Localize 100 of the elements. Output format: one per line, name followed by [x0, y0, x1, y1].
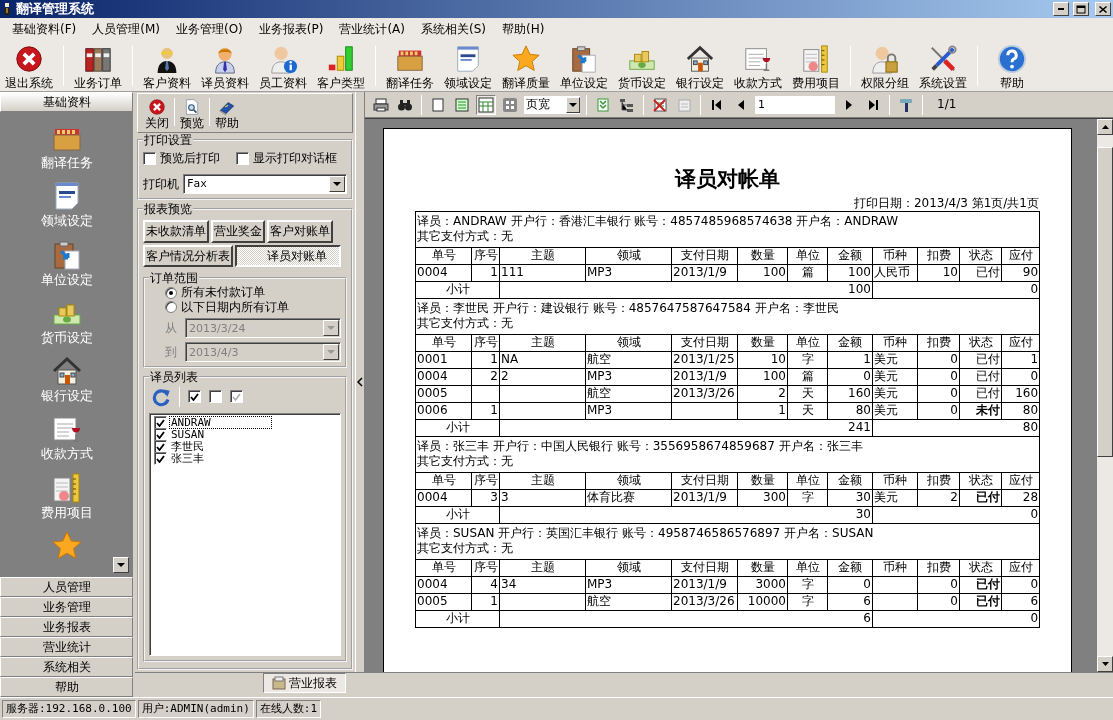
table-cell: 1 [827, 351, 873, 369]
toolbar-button[interactable]: 单位设定 [555, 43, 613, 90]
bar-chart-icon [326, 43, 356, 74]
toolbar-button[interactable]: 费用项目 [787, 43, 845, 90]
vertical-scrollbar[interactable] [1097, 119, 1113, 672]
column-header: 扣费 [917, 247, 960, 265]
toolbar-button[interactable]: 翻译任务 [381, 43, 439, 90]
report-button[interactable]: 客户情况分析表 [143, 244, 233, 267]
table-cell: 字 [787, 351, 828, 369]
menu-item[interactable]: 营业统计(A) [331, 21, 413, 37]
column-header: 金额 [827, 334, 873, 352]
column-header: 扣费 [917, 472, 960, 490]
option-label[interactable]: 以下日期内所有订单 [181, 299, 289, 315]
toolbar-button[interactable]: 领域设定 [439, 43, 497, 90]
report-button[interactable]: 未收款清单 [143, 220, 209, 243]
uncheck-all-button[interactable] [207, 388, 224, 405]
payment-info: 其它支付方式：无 [417, 540, 514, 556]
scroll-down-button[interactable] [1097, 656, 1113, 672]
view-mode-icon [454, 96, 470, 113]
toolbar-button[interactable]: 员工资料 [254, 43, 312, 90]
option-label[interactable]: 预览后打印 [160, 151, 220, 166]
table-cell: 字 [787, 593, 828, 611]
nav-item[interactable]: 领域设定 [40, 180, 93, 229]
page-number-field[interactable]: 1 [755, 95, 835, 114]
scroll-down-button[interactable] [113, 557, 129, 573]
list-item[interactable]: SUSAN [169, 428, 207, 441]
table-cell: 2013/1/9 [671, 489, 738, 507]
list-item[interactable]: 李世民 [169, 440, 206, 453]
scroll-up-button[interactable] [1097, 119, 1113, 135]
option-label[interactable]: 所有未付款订单 [181, 285, 265, 300]
nav-item[interactable]: 单位设定 [40, 238, 93, 287]
report-button[interactable]: 客户对账单 [267, 220, 333, 243]
toolbar-button[interactable]: 客户资料 [138, 43, 196, 90]
view-mode-button[interactable] [476, 94, 496, 115]
table-cell: 0 [917, 402, 960, 420]
column-header: 领域 [585, 247, 672, 265]
table-cell: 0005 [415, 385, 472, 403]
toolbar-button[interactable]: 退出系统 [0, 43, 58, 90]
toolbar-button[interactable]: 业务订单 [69, 43, 127, 90]
invert-check-button[interactable] [228, 388, 245, 405]
column-header: 扣费 [917, 559, 960, 577]
table-cell: 160 [1001, 385, 1040, 403]
nav-section-tab[interactable]: 业务报表 [0, 617, 133, 637]
table-cell: 美元 [872, 351, 918, 369]
nav-item[interactable]: 银行设定 [40, 355, 93, 404]
nav-item[interactable]: 翻译任务 [40, 122, 93, 171]
table-cell: 字 [787, 576, 828, 594]
toolbar-button[interactable]: 收款方式 [729, 43, 787, 90]
nav-item[interactable]: 货币设定 [40, 296, 93, 346]
table-cell: 未付 [959, 402, 1002, 420]
nav-section-tab[interactable]: 营业统计 [0, 637, 133, 657]
zoom-dropdown[interactable]: 页宽 [524, 95, 580, 114]
column-header: 单位 [787, 334, 828, 352]
toolbar-button[interactable]: 预览 [177, 97, 207, 130]
check-all-button[interactable] [186, 388, 203, 405]
nav-section-tab[interactable]: 基础资料 [0, 92, 133, 112]
menu-item[interactable]: 帮助(H) [493, 21, 553, 37]
report-button[interactable]: 营业奖金 [211, 220, 265, 243]
menu-item[interactable]: 业务报表(P) [250, 21, 332, 37]
nav-item[interactable]: 收款方式 [40, 413, 93, 462]
checkbox[interactable] [154, 452, 167, 465]
scroll-thumb[interactable] [1097, 147, 1113, 457]
menu-item[interactable]: 人员管理(M) [84, 21, 168, 37]
nav-section-tab[interactable]: 帮助 [0, 677, 133, 697]
nav-section-tab[interactable]: 系统相关 [0, 657, 133, 677]
nav-section-tab[interactable]: 人员管理 [0, 577, 133, 597]
menu-item[interactable]: 业务管理(O) [168, 21, 251, 37]
nav-item[interactable]: 费用项目 [40, 471, 93, 521]
table-cell: 6 [1001, 593, 1040, 611]
toolbar-button[interactable]: 客户类型 [312, 43, 370, 90]
toolbar-button[interactable]: 关闭 [142, 97, 172, 130]
column-header: 单位 [787, 472, 828, 490]
list-item[interactable]: ANDRAW [169, 416, 272, 429]
toolbar-button[interactable]: 帮助 [983, 43, 1041, 90]
checkbox[interactable] [236, 152, 249, 166]
collapse-button[interactable] [356, 376, 364, 388]
toolbar-button[interactable]: 权限分组 [856, 43, 914, 90]
close-icon [1098, 4, 1108, 14]
menu-item[interactable]: 系统相关(S) [413, 21, 494, 37]
toolbar-button[interactable]: 译员资料 [196, 43, 254, 90]
toolbar-button[interactable]: 货币设定 [613, 43, 671, 90]
report-tab[interactable]: 营业报表 [263, 673, 346, 694]
list-item[interactable]: 张三丰 [169, 452, 206, 465]
maximize-button[interactable] [1073, 2, 1089, 16]
field-label: 打印机 [143, 176, 179, 191]
minimize-button[interactable] [1053, 2, 1069, 16]
table-cell: 字 [787, 489, 828, 507]
toolbar-button[interactable]: 系统设置 [914, 43, 972, 90]
toolbar-button[interactable]: 翻译质量 [497, 43, 555, 90]
checkbox[interactable] [143, 152, 156, 166]
report-button[interactable]: 译员对账单 [235, 244, 341, 267]
close-button[interactable] [1095, 2, 1111, 16]
menu-item[interactable]: 基础资料(F) [4, 21, 85, 37]
option-label[interactable]: 显示打印对话框 [253, 151, 337, 166]
table-cell: 2013/1/9 [671, 576, 738, 594]
down-arrow-icon [1101, 662, 1109, 666]
nav-section-tab[interactable]: 业务管理 [0, 597, 133, 617]
printer-dropdown[interactable]: Fax [183, 173, 347, 194]
toolbar-button[interactable]: 帮助 [212, 97, 242, 130]
toolbar-button[interactable]: 银行设定 [671, 43, 729, 90]
